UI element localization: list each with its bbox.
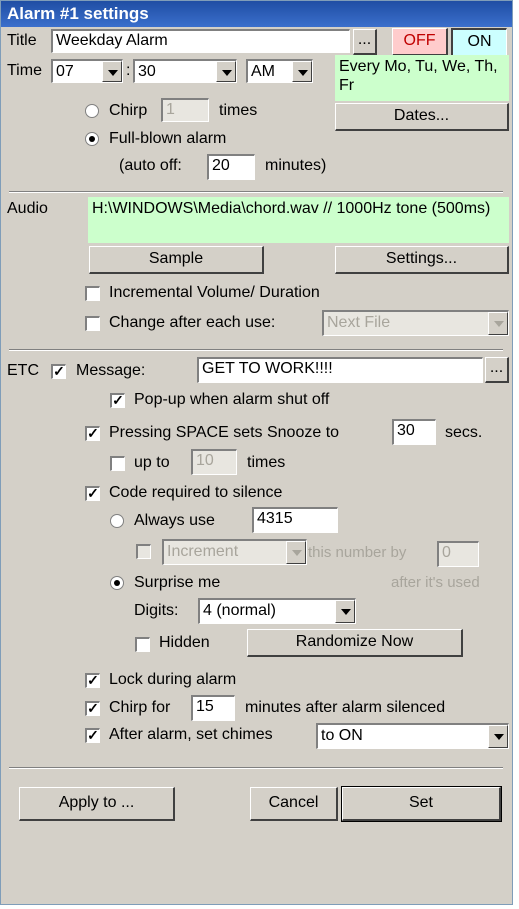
- hidden-label: Hidden: [159, 634, 210, 651]
- time-label: Time: [7, 62, 42, 79]
- chirp-for-checkbox[interactable]: ✓: [85, 701, 100, 716]
- hidden-checkbox[interactable]: [135, 637, 150, 652]
- full-blown-radio[interactable]: [85, 132, 99, 146]
- change-mode-value: Next File: [327, 314, 391, 331]
- message-input[interactable]: GET TO WORK!!!!: [197, 357, 483, 383]
- apply-to-button[interactable]: Apply to ...: [19, 787, 175, 821]
- chimes-label: After alarm, set chimes: [109, 726, 273, 743]
- dates-button[interactable]: Dates...: [335, 103, 509, 131]
- increment-checkbox[interactable]: [136, 544, 151, 559]
- audio-settings-button[interactable]: Settings...: [335, 246, 509, 274]
- change-after-checkbox[interactable]: [85, 316, 100, 331]
- incremental-label: Incremental Volume/ Duration: [109, 284, 320, 301]
- code-required-checkbox[interactable]: ✓: [85, 486, 100, 501]
- message-checkbox[interactable]: ✓: [51, 364, 66, 379]
- popup-label: Pop-up when alarm shut off: [134, 391, 330, 408]
- chimes-value: to ON: [321, 727, 363, 744]
- title-input[interactable]: Weekday Alarm: [51, 29, 350, 53]
- chevron-down-icon[interactable]: [292, 61, 312, 82]
- minute-select[interactable]: 30: [133, 59, 237, 83]
- divider: [9, 191, 503, 193]
- set-button[interactable]: Set: [341, 786, 502, 822]
- off-button[interactable]: OFF: [392, 28, 448, 56]
- chirp-count-input[interactable]: 1: [161, 98, 209, 122]
- chirp-for-input[interactable]: 15: [191, 695, 235, 721]
- digits-label: Digits:: [134, 602, 179, 619]
- digits-value: 4 (normal): [203, 602, 276, 619]
- hour-value: 07: [56, 63, 74, 80]
- upto-checkbox[interactable]: [110, 456, 125, 471]
- chevron-down-icon[interactable]: [488, 312, 508, 335]
- always-use-input[interactable]: 4315: [252, 507, 338, 533]
- upto-label: up to: [134, 454, 170, 471]
- message-label: Message:: [76, 362, 146, 379]
- title-browse-button[interactable]: ...: [353, 29, 377, 55]
- lock-checkbox[interactable]: ✓: [85, 673, 100, 688]
- always-use-radio[interactable]: [110, 514, 124, 528]
- auto-off-suffix: minutes): [265, 157, 327, 174]
- increment-by-input[interactable]: 0: [437, 541, 479, 567]
- surprise-radio[interactable]: [110, 576, 124, 590]
- snooze-input[interactable]: 30: [392, 419, 436, 445]
- hour-select[interactable]: 07: [51, 59, 123, 83]
- upto-suffix: times: [247, 454, 286, 471]
- schedule-summary: Every Mo, Tu, We, Th, Fr: [335, 55, 509, 101]
- snooze-checkbox[interactable]: ✓: [85, 426, 100, 441]
- chevron-down-icon[interactable]: [488, 725, 508, 748]
- audio-file: H:\WINDOWS\Media\chord.wav // 1000Hz ton…: [88, 197, 509, 243]
- auto-off-prefix: (auto off:: [119, 157, 182, 174]
- chevron-down-icon[interactable]: [286, 541, 306, 564]
- after-used-label: after it's used: [391, 574, 480, 591]
- title-label: Title: [7, 32, 37, 49]
- auto-off-input[interactable]: 20: [207, 154, 255, 180]
- snooze-label: Pressing SPACE sets Snooze to: [109, 424, 340, 441]
- alarm-settings-window: Alarm #1 settings Title Weekday Alarm ..…: [0, 0, 513, 905]
- divider: [9, 349, 503, 351]
- time-colon: :: [126, 62, 131, 79]
- on-button[interactable]: ON: [451, 28, 507, 56]
- snooze-suffix: secs.: [445, 424, 483, 441]
- cancel-button[interactable]: Cancel: [250, 787, 338, 821]
- always-use-label: Always use: [134, 512, 215, 529]
- chevron-down-icon[interactable]: [335, 600, 355, 623]
- code-required-label: Code required to silence: [109, 484, 283, 501]
- chimes-checkbox[interactable]: ✓: [85, 728, 100, 743]
- randomize-button[interactable]: Randomize Now: [247, 629, 463, 657]
- sample-button[interactable]: Sample: [89, 246, 264, 274]
- increment-select[interactable]: Increment: [162, 539, 307, 565]
- chevron-down-icon[interactable]: [216, 61, 236, 82]
- lock-label: Lock during alarm: [109, 671, 237, 688]
- full-blown-label: Full-blown alarm: [109, 130, 227, 147]
- chimes-select[interactable]: to ON: [316, 723, 509, 749]
- etc-label: ETC: [7, 362, 39, 379]
- digits-select[interactable]: 4 (normal): [198, 598, 356, 624]
- surprise-label: Surprise me: [134, 574, 221, 591]
- incremental-checkbox[interactable]: [85, 286, 100, 301]
- increment-value: Increment: [167, 543, 239, 560]
- divider: [9, 767, 503, 769]
- change-after-label: Change after each use:: [109, 314, 276, 331]
- audio-label: Audio: [7, 200, 48, 217]
- chirp-radio[interactable]: [85, 104, 99, 118]
- message-browse-button[interactable]: ...: [485, 357, 509, 383]
- increment-by-label: this number by: [308, 544, 407, 561]
- ampm-select[interactable]: AM: [246, 59, 313, 83]
- minute-value: 30: [138, 63, 156, 80]
- window-title: Alarm #1 settings: [1, 1, 512, 27]
- chevron-down-icon[interactable]: [102, 61, 122, 82]
- ampm-value: AM: [251, 63, 275, 80]
- chirp-for-suffix: minutes after alarm silenced: [245, 699, 446, 716]
- popup-checkbox[interactable]: ✓: [110, 393, 125, 408]
- change-mode-select[interactable]: Next File: [322, 310, 509, 336]
- upto-input[interactable]: 10: [191, 449, 237, 475]
- chirp-times-label: times: [219, 102, 258, 119]
- chirp-label: Chirp: [109, 102, 148, 119]
- chirp-for-label: Chirp for: [109, 699, 171, 716]
